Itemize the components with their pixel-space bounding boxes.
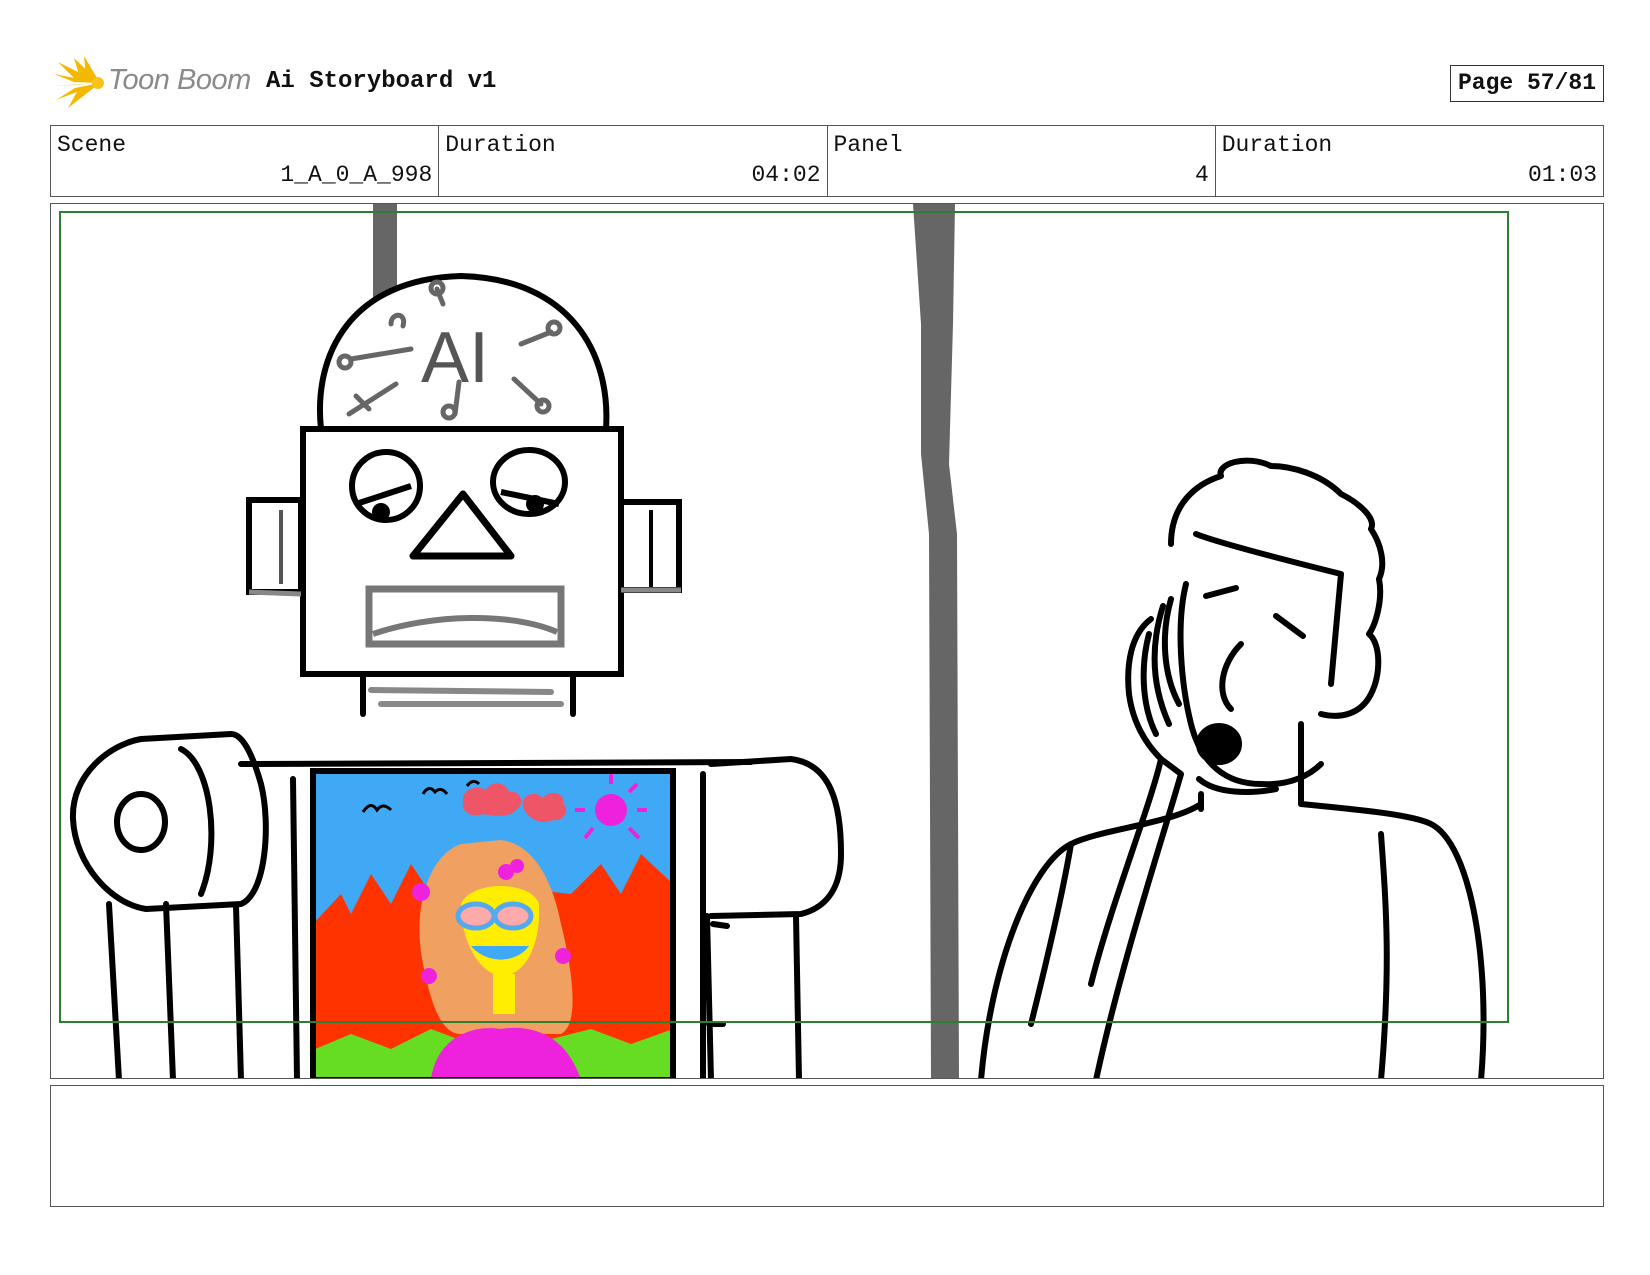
panel-drawing: AI (59, 204, 1509, 1078)
storyboard-panel: AI (50, 203, 1604, 1079)
panel-notes[interactable] (50, 1085, 1604, 1207)
safe-frame (59, 211, 1509, 1023)
scene-duration-label: Duration (445, 132, 556, 158)
scene-label: Scene (57, 132, 127, 158)
document-title: Ai Storyboard v1 (266, 68, 497, 95)
center-pillar (913, 204, 959, 1078)
panel-cell: Panel 4 (828, 126, 1216, 196)
robot-tv-screen (310, 768, 676, 1078)
scene-duration-cell: Duration 04:02 (439, 126, 828, 196)
robot-head: AI (246, 272, 682, 677)
man-figure (978, 457, 1487, 1078)
page-number: Page 57/81 (1449, 65, 1604, 102)
scene-duration-value: 04:02 (751, 162, 821, 188)
logo-text: Toon Boom (108, 64, 251, 96)
scene-info-row: Scene 1_A_0_A_998 Duration 04:02 Panel 4… (50, 125, 1604, 197)
panel-duration-value: 01:03 (1527, 162, 1597, 188)
toon-boom-logo: Toon Boom (52, 56, 252, 110)
page-header: Toon Boom Ai Storyboard v1 Page 57/81 (52, 56, 1604, 110)
robot-head-text: AI (421, 318, 489, 398)
panel-value: 4 (1194, 162, 1209, 188)
panel-duration-cell: Duration 01:03 (1216, 126, 1603, 196)
panel-duration-label: Duration (1221, 132, 1333, 158)
robot-neck-shading (368, 687, 564, 707)
panel-label: Panel (833, 132, 903, 158)
starburst-icon (52, 56, 104, 108)
scene-value: 1_A_0_A_998 (280, 162, 433, 188)
scene-cell: Scene 1_A_0_A_998 (51, 126, 440, 196)
